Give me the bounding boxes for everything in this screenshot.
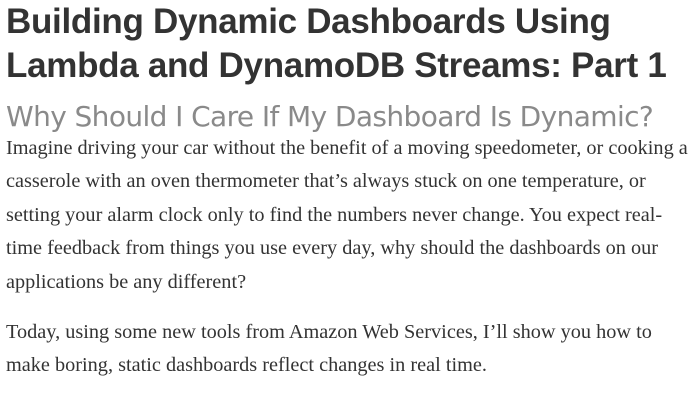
body-paragraph: Today, using some new tools from Amazon … — [6, 321, 652, 377]
article: Building Dynamic Dashboards Using Lambda… — [6, 0, 696, 383]
post-title: Building Dynamic Dashboards Using Lambda… — [6, 2, 667, 85]
intro-paragraph: Imagine driving your car without the ben… — [6, 137, 688, 293]
section-heading: Why Should I Care If My Dashboard Is Dyn… — [6, 100, 654, 133]
